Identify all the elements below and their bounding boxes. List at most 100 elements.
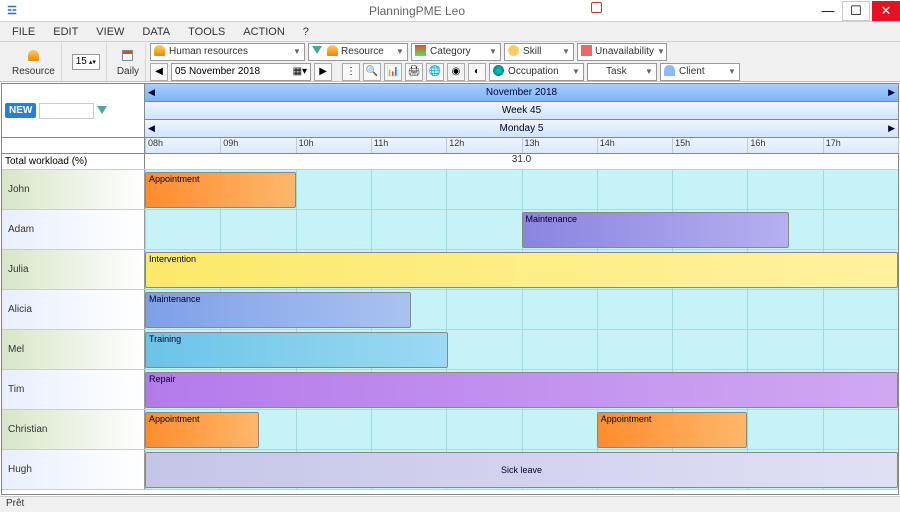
week-header: Week 45 [145,102,898,119]
menubar: FILEEDITVIEWDATATOOLSACTION? [0,22,900,42]
client-icon [664,65,676,79]
task-bar[interactable]: Repair [145,372,898,408]
time-tick: 16h [747,138,765,153]
new-panel: NEW [2,84,145,138]
app-icon: ☲ [0,4,20,17]
resource-label[interactable]: John [2,170,145,209]
menu-data[interactable]: DATA [133,24,179,40]
resource-timeline[interactable]: Maintenance [145,210,898,249]
funnel-icon[interactable] [97,105,107,117]
task-bar[interactable]: Appointment [597,412,748,448]
schedule-area: NEW ◀ November 2018 ▶ Week 45 ◀ Monday 5… [1,83,899,495]
minimize-button[interactable]: — [814,1,842,21]
globe-button[interactable]: 🌐 [426,63,444,81]
resource-filter-dropdown[interactable]: Resource ▼ [308,43,408,61]
time-tick: 10h [296,138,314,153]
maximize-button[interactable]: ☐ [842,1,870,21]
resource-timeline[interactable]: Training [145,330,898,369]
time-tick: 15h [672,138,690,153]
resource-timeline[interactable]: Repair [145,370,898,409]
spin-input[interactable]: 15▴▾ [72,54,100,70]
resource-timeline[interactable]: Intervention [145,250,898,289]
category-dropdown[interactable]: Category ▼ [411,43,501,61]
person-icon [23,47,43,65]
resource-timeline[interactable]: Sick leave [145,450,898,489]
task-bar[interactable]: Appointment [145,172,296,208]
resource-label: Resource [12,66,55,77]
task-bar[interactable]: Intervention [145,252,898,288]
funnel-icon [312,46,324,57]
month-label: November 2018 [486,87,557,98]
calendar-dropdown-icon: ▦▾ [293,66,307,77]
daily-tool[interactable]: Daily [111,43,146,81]
chart-button[interactable]: 📊 [384,63,402,81]
chevron-down-icon: ▼ [572,67,580,76]
task-bar[interactable]: Maintenance [145,292,411,328]
unavailability-dropdown[interactable]: Unavailability ▼ [577,43,667,61]
print-button[interactable]: 🖨 [405,63,423,81]
client-dropdown[interactable]: Client ▼ [660,63,740,81]
occupation-dropdown[interactable]: Occupation ▼ [489,63,584,81]
resource-row: JuliaIntervention [2,250,898,290]
task-bar[interactable]: Maintenance [522,212,789,248]
date-next-button[interactable]: ▶ [314,63,332,81]
month-next-button[interactable]: ▶ [888,87,895,98]
menu-edit[interactable]: EDIT [44,24,87,40]
workload-row: Total workload (%) 31.0 [2,154,898,170]
search-input[interactable] [39,103,94,119]
date-input[interactable]: 05 November 2018▦▾ [171,63,311,81]
day-label: Monday 5 [500,123,544,134]
person-icon [154,45,166,59]
task-dropdown[interactable]: Task ▼ [587,63,657,81]
resource-row: AliciaMaintenance [2,290,898,330]
resource-timeline[interactable]: Appointment [145,170,898,209]
settings-button[interactable]: ◉ [447,63,465,81]
resource-row: JohnAppointment [2,170,898,210]
month-prev-button[interactable]: ◀ [148,87,155,98]
help-button[interactable]: ◐ [468,63,486,81]
menu-action[interactable]: ACTION [234,24,294,40]
refresh-button[interactable]: ⋮ [342,63,360,81]
chevron-down-icon: ▼ [396,47,404,56]
task-bar[interactable]: Training [145,332,448,368]
day-next-button[interactable]: ▶ [888,123,895,134]
person-icon [327,45,338,59]
resource-row: MelTraining [2,330,898,370]
skill-icon [508,45,520,59]
schedule-grid[interactable]: JohnAppointmentAdamMaintenanceJuliaInter… [2,170,898,490]
menu-?[interactable]: ? [294,24,318,40]
day-header: ◀ Monday 5 ▶ [145,120,898,137]
task-bar[interactable]: Appointment [145,412,259,448]
resource-label[interactable]: Tim [2,370,145,409]
spin-tool: 15▴▾ [66,43,107,81]
resource-label[interactable]: Mel [2,330,145,369]
resource-label[interactable]: Christian [2,410,145,449]
resource-timeline[interactable]: Appointment Appointment [145,410,898,449]
resource-label[interactable]: Alicia [2,290,145,329]
resource-tool[interactable]: Resource [6,43,62,81]
task-bar[interactable]: Sick leave [145,452,898,488]
date-prev-button[interactable]: ◀ [150,63,168,81]
time-tick: 11h [371,138,388,153]
menu-view[interactable]: VIEW [87,24,133,40]
new-button[interactable]: NEW [5,103,36,118]
resource-row: HughSick leave [2,450,898,490]
resource-timeline[interactable]: Maintenance [145,290,898,329]
resource-row: Adam Maintenance [2,210,898,250]
resource-label[interactable]: Adam [2,210,145,249]
statusbar: Prêt [0,496,900,512]
time-tick: 08h [145,138,163,153]
titlebar: ☲ PlanningPME Leo — ☐ ✕ [0,0,900,22]
menu-file[interactable]: FILE [3,24,44,40]
menu-tools[interactable]: TOOLS [179,24,234,40]
calendar-icon [118,47,138,65]
skill-dropdown[interactable]: Skill ▼ [504,43,574,61]
day-prev-button[interactable]: ◀ [148,123,155,134]
resource-label[interactable]: Julia [2,250,145,289]
close-button[interactable]: ✕ [872,1,900,21]
search-button[interactable]: 🔍 [363,63,381,81]
chevron-down-icon: ▼ [657,47,665,56]
window-controls: — ☐ ✕ [814,1,900,21]
hr-dropdown[interactable]: Human resources ▼ [150,43,305,61]
resource-label[interactable]: Hugh [2,450,145,489]
